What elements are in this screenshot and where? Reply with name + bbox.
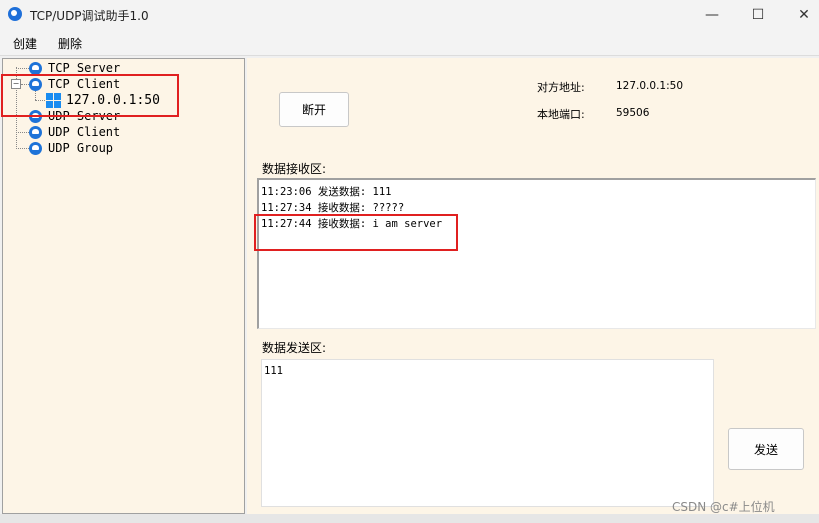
send-text-value: 111 (264, 365, 283, 377)
network-icon (29, 125, 42, 139)
receive-area-label: 数据接收区: (262, 162, 327, 176)
minimize-button[interactable]: — (689, 0, 735, 30)
receive-line: 11:23:06 发送数据: 111 (261, 186, 392, 198)
network-icon (29, 61, 42, 75)
bottom-edge (0, 514, 819, 523)
local-port-label: 本地端口: (537, 108, 585, 121)
watermark: CSDN @c#上位机 (672, 500, 775, 514)
tree-node-label: UDP Client (48, 125, 121, 139)
disconnect-button[interactable]: 断开 (279, 92, 349, 127)
remote-address-value: 127.0.0.1:50 (616, 80, 683, 92)
highlight-box (1, 74, 179, 117)
receive-textarea[interactable]: 11:23:06 发送数据: 111 11:27:34 接收数据: ????? … (257, 178, 816, 329)
send-textarea[interactable]: 111 (261, 359, 714, 507)
tree-connector (16, 132, 29, 133)
network-icon (29, 141, 42, 155)
tree-node-udp-client[interactable]: UDP Client (29, 124, 120, 140)
highlight-box (254, 214, 458, 251)
local-port-value: 59506 (616, 107, 650, 119)
receive-line: 11:27:34 接收数据: ????? (261, 202, 405, 214)
remote-address-label: 对方地址: (537, 81, 585, 94)
detail-panel: 断开 对方地址: 127.0.0.1:50 本地端口: 59506 数据接收区:… (247, 58, 819, 514)
app-icon (8, 7, 22, 21)
maximize-button[interactable]: ☐ (735, 0, 781, 30)
menu-create[interactable]: 创建 (13, 35, 37, 52)
connection-tree[interactable]: − TCP Server TCP Client 127.0.0.1:50 UDP… (2, 58, 245, 514)
tree-node-label: TCP Server (48, 61, 121, 75)
window-title: TCP/UDP调试助手1.0 (30, 9, 149, 23)
menu-bar: 创建 删除 (0, 30, 819, 56)
tree-connector (16, 148, 29, 149)
tree-connector (16, 68, 29, 69)
menu-delete[interactable]: 删除 (58, 35, 82, 52)
close-button[interactable]: ✕ (781, 0, 819, 30)
send-area-label: 数据发送区: (262, 341, 327, 355)
tree-node-udp-group[interactable]: UDP Group (29, 140, 113, 156)
send-button[interactable]: 发送 (728, 428, 804, 470)
title-bar: TCP/UDP调试助手1.0 — ☐ ✕ (0, 0, 819, 30)
tree-node-label: UDP Group (48, 141, 114, 155)
